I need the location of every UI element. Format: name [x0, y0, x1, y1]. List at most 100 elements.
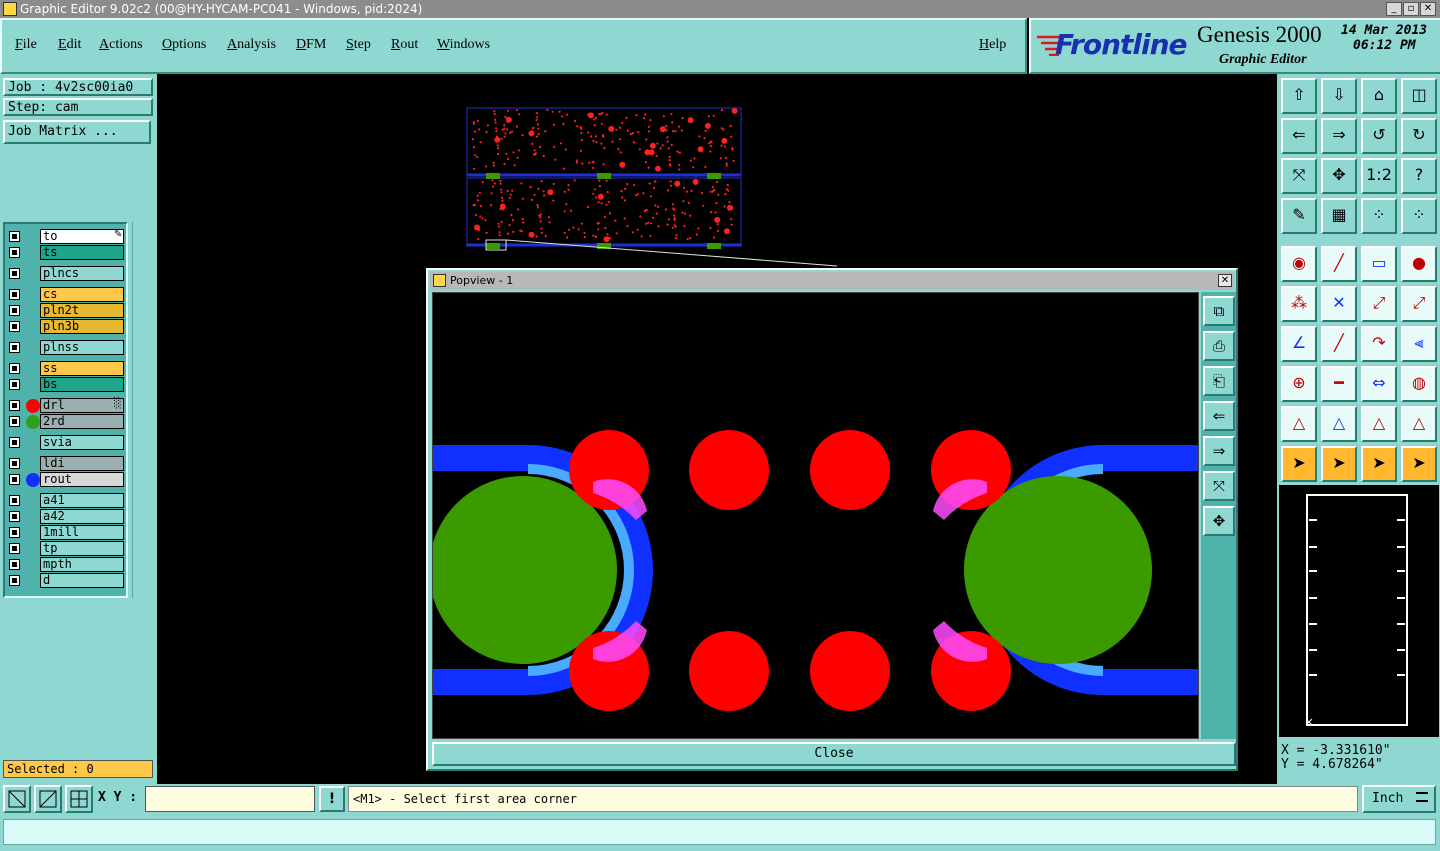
menu-edit[interactable]: Edit: [58, 37, 81, 53]
menu-step[interactable]: Step: [346, 37, 371, 53]
tool-cross-icon[interactable]: ✕: [1321, 286, 1357, 322]
layer-checkbox[interactable]: [9, 321, 20, 332]
popview-close-button[interactable]: Close: [432, 742, 1236, 766]
tool-copy-icon[interactable]: ⤢: [1401, 286, 1437, 322]
popview-canvas[interactable]: [432, 292, 1199, 739]
layer-name[interactable]: plnss: [40, 340, 124, 355]
tool-select-icon[interactable]: ➤: [1281, 446, 1317, 482]
layer-row-to[interactable]: to ✎: [6, 229, 124, 245]
layer-checkbox[interactable]: [9, 305, 20, 316]
tool-resize-icon[interactable]: ⇔: [1361, 366, 1397, 402]
layer-row-ss[interactable]: ss: [6, 361, 124, 377]
layer-checkbox[interactable]: [9, 527, 20, 538]
layer-row-mpth[interactable]: mpth: [6, 557, 124, 573]
tool-zoom-fit-icon[interactable]: ⤧: [1281, 158, 1317, 194]
layer-name[interactable]: a41: [40, 493, 124, 508]
pop-center-icon[interactable]: ✥: [1203, 506, 1235, 536]
layer-name[interactable]: ts: [40, 245, 124, 260]
layer-checkbox[interactable]: [9, 400, 20, 411]
overview-map[interactable]: [1279, 485, 1439, 737]
tool-right-icon[interactable]: ⇒: [1321, 118, 1357, 154]
layer-row-pln2t[interactable]: pln2t: [6, 303, 124, 319]
tool-minus-icon[interactable]: ━: [1321, 366, 1357, 402]
tool-select2-icon[interactable]: ➤: [1321, 446, 1357, 482]
tool-connect-icon[interactable]: ⁂: [1281, 286, 1317, 322]
tool-tri3-icon[interactable]: △: [1361, 406, 1397, 442]
layer-name[interactable]: svia: [40, 435, 124, 450]
menu-windows[interactable]: Windows: [437, 37, 490, 53]
layer-checkbox[interactable]: [9, 559, 20, 570]
layer-row-cs[interactable]: cs: [6, 287, 124, 303]
tool-tri1-icon[interactable]: △: [1281, 406, 1317, 442]
menu-analysis[interactable]: Analysis: [227, 37, 276, 53]
pop-print-icon[interactable]: ⎗: [1203, 366, 1235, 396]
menu-rout[interactable]: Rout: [391, 37, 418, 53]
measure-icon[interactable]: [34, 785, 62, 813]
layer-checkbox[interactable]: [9, 379, 20, 390]
layer-row-1mill[interactable]: 1mill: [6, 525, 124, 541]
layer-name[interactable]: tp: [40, 541, 124, 556]
layer-checkbox[interactable]: [9, 511, 20, 522]
layer-row-d[interactable]: d: [6, 573, 124, 589]
tool-tri2-icon[interactable]: △: [1321, 406, 1357, 442]
tool-pen-icon[interactable]: ✎: [1281, 198, 1317, 234]
pop-save-icon[interactable]: ⎙: [1203, 331, 1235, 361]
zoom-area-icon[interactable]: [3, 785, 31, 813]
menu-options[interactable]: Options: [162, 37, 206, 53]
tool-left-icon[interactable]: ⇐: [1281, 118, 1317, 154]
tool-add-icon[interactable]: ⊕: [1281, 366, 1317, 402]
tool-view-icon[interactable]: ◫: [1401, 78, 1437, 114]
tool-grid-icon[interactable]: ▦: [1321, 198, 1357, 234]
menu-actions[interactable]: Actions: [99, 37, 143, 53]
layer-checkbox[interactable]: [9, 231, 20, 242]
layer-name[interactable]: 1mill: [40, 525, 124, 540]
layer-row-rout[interactable]: rout: [6, 472, 124, 488]
pop-fit-icon[interactable]: ⤧: [1203, 471, 1235, 501]
layer-row-tp[interactable]: tp: [6, 541, 124, 557]
layer-row-bs[interactable]: bs: [6, 377, 124, 393]
layer-checkbox[interactable]: [9, 543, 20, 554]
menu-dfm[interactable]: DFM: [296, 37, 326, 53]
layer-name[interactable]: rout: [40, 472, 124, 487]
tool-save-icon[interactable]: ⇩: [1321, 78, 1357, 114]
minimize-button[interactable]: _: [1386, 2, 1402, 16]
layer-row-plnss[interactable]: plnss: [6, 340, 124, 356]
layer-name[interactable]: to: [40, 229, 124, 244]
tool-help-icon[interactable]: ?: [1401, 158, 1437, 194]
layer-name[interactable]: pln3b: [40, 319, 124, 334]
tool-move-icon[interactable]: ⤢: [1361, 286, 1397, 322]
layer-name[interactable]: a42: [40, 509, 124, 524]
layer-name[interactable]: ldi: [40, 456, 124, 471]
layer-checkbox[interactable]: [9, 268, 20, 279]
layer-checkbox[interactable]: [9, 495, 20, 506]
tool-ruler-icon[interactable]: ▭: [1361, 246, 1397, 282]
layer-name[interactable]: plncs: [40, 266, 124, 281]
layer-row-svia[interactable]: svia: [6, 435, 124, 451]
layer-name[interactable]: d: [40, 573, 124, 588]
tool-open-job-icon[interactable]: ⇧: [1281, 78, 1317, 114]
tool-slash-icon[interactable]: ╱: [1321, 326, 1357, 362]
tool-mirror-icon[interactable]: ⫷: [1401, 326, 1437, 362]
layer-name[interactable]: ss: [40, 361, 124, 376]
tool-scale-icon[interactable]: 1:2: [1361, 158, 1397, 194]
layer-row-drl[interactable]: drl ░: [6, 398, 124, 414]
layer-row-plncs[interactable]: plncs: [6, 266, 124, 282]
tool-tri4-icon[interactable]: △: [1401, 406, 1437, 442]
layer-checkbox[interactable]: [9, 289, 20, 300]
popview-close-icon[interactable]: ✕: [1218, 274, 1232, 287]
layer-checkbox[interactable]: [9, 342, 20, 353]
layer-name[interactable]: pln2t: [40, 303, 124, 318]
tool-pad-icon[interactable]: ◉: [1281, 246, 1317, 282]
tool-angle-icon[interactable]: ∠: [1281, 326, 1317, 362]
tool-select3-icon[interactable]: ➤: [1361, 446, 1397, 482]
tool-redo-icon[interactable]: ↻: [1401, 118, 1437, 154]
menu-file[interactable]: File: [15, 37, 37, 53]
layer-checkbox[interactable]: [9, 474, 20, 485]
tool-shapes-icon[interactable]: ◍: [1401, 366, 1437, 402]
pop-left-icon[interactable]: ⇐: [1203, 401, 1235, 431]
pop-right-icon[interactable]: ⇒: [1203, 436, 1235, 466]
layer-row-ldi[interactable]: ldi: [6, 456, 124, 472]
layer-name[interactable]: drl: [40, 398, 124, 413]
maximize-button[interactable]: ▫: [1403, 2, 1419, 16]
layer-checkbox[interactable]: [9, 416, 20, 427]
